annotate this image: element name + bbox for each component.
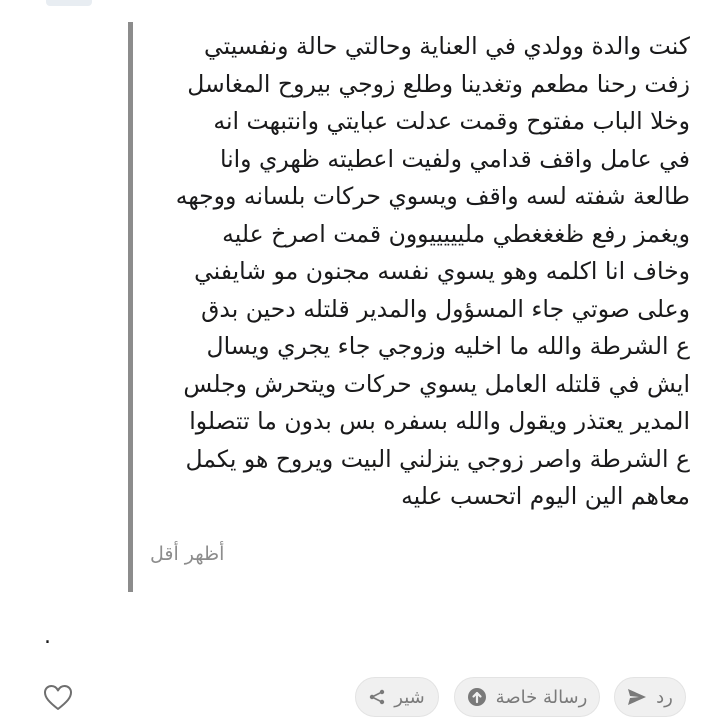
comment-line: زفت رحنا مطعم وتغدينا وطلع زوجي بيروح ال… — [187, 69, 690, 98]
like-button[interactable] — [42, 682, 74, 712]
reply-button[interactable]: رد — [614, 677, 686, 717]
share-icon — [370, 689, 385, 705]
comment-line: وخلا الباب مفتوح وقمت عدلت عبايتي وانتبه… — [213, 107, 690, 135]
comment-line: وخاف انا اكلمه وهو يسوي نفسه مجنون مو شا… — [194, 257, 690, 285]
comment-body: كنت والدة وولدي في العناية وحالتي حالة و… — [150, 28, 690, 516]
comment-line: معاهم الين اليوم اتحسب عليه — [401, 482, 690, 510]
arrow-up-circle-icon — [467, 688, 486, 706]
comment-line: وعلى صوتي جاء المسؤول والمدير قلتله دحين… — [201, 294, 690, 323]
private-message-label: رسالة خاصة — [495, 686, 588, 708]
send-icon — [628, 689, 647, 705]
top-cropped-element — [46, 0, 92, 6]
comment-line: في عامل واقف قدامي ولفيت اعطيته ظهري وان… — [219, 144, 690, 173]
comment-line: ع الشرطة والله ما اخليه وزوجي جاء يجري و… — [206, 332, 690, 360]
comment-line: ويغمز رفع ظغغغطي مليييييوون قمت اصرخ علي… — [222, 219, 690, 248]
private-message-button[interactable]: رسالة خاصة — [454, 677, 600, 717]
comment-line: ايش في قلتله العامل يسوي حركات ويتحرش وج… — [183, 369, 690, 398]
comment-line: طالعة شفته لسه واقف ويسوي حركات بلسانه و… — [175, 182, 690, 210]
reply-label: رد — [656, 686, 673, 708]
comment-line: ع الشرطة واصر زوجي ينزلني البيت ويروح هو… — [185, 444, 690, 473]
show-less-link[interactable]: أظهر أقل — [150, 543, 224, 565]
comment-line: المدير يعتذر ويقول والله بسفره بس بدون م… — [189, 407, 690, 435]
share-label: شير — [394, 686, 425, 708]
comment-line: كنت والدة وولدي في العناية وحالتي حالة و… — [204, 32, 690, 60]
quote-bar — [128, 22, 133, 592]
share-button[interactable]: شير — [355, 677, 439, 717]
heart-icon — [44, 685, 72, 710]
dot-text: . — [44, 624, 51, 649]
